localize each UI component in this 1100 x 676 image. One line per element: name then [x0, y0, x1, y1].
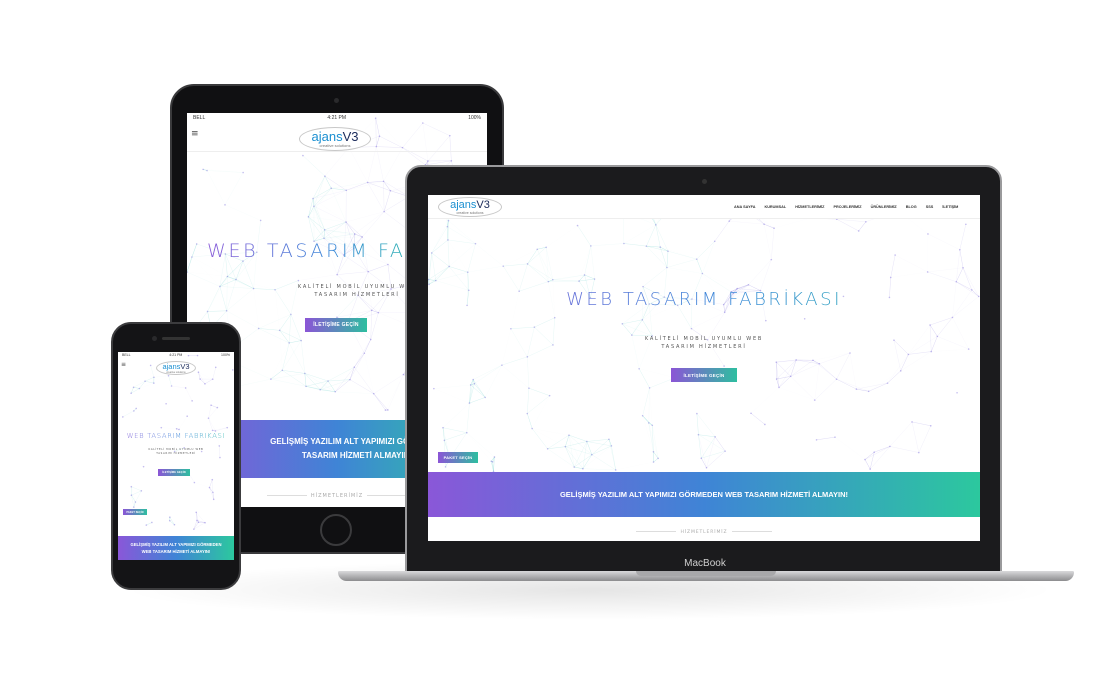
- subtitle-line-2: TASARIM HİZMETLERİ: [156, 451, 196, 455]
- laptop-package-button[interactable]: PAKET SEÇİN: [438, 452, 478, 463]
- status-carrier: BELL: [122, 353, 131, 357]
- nav-item-blog[interactable]: BLOG: [906, 205, 917, 209]
- phone-hero-subtitle: KALİTELİ MOBİL UYUMLU WEB TASARIM HİZMET…: [118, 448, 234, 456]
- band-line-2: WEB TASARIM HİZMETİ ALMAYIN!: [141, 549, 211, 554]
- device-mockup-scene: BELL 4:21 PM 100% ≡ ajansV3 creative sol…: [0, 0, 1100, 676]
- logo-v3: V3: [342, 129, 359, 144]
- laptop-cta-band: GELİŞMİŞ YAZILIM ALT YAPIMIZI GÖRMEDEN W…: [428, 472, 980, 517]
- laptop-brand-label: MacBook: [684, 558, 726, 569]
- nav-item-kurumsal[interactable]: KURUMSAL: [764, 205, 786, 209]
- status-time: 4:21 PM: [169, 353, 183, 357]
- phone-logo[interactable]: ajansV3 creative solutions: [156, 361, 196, 375]
- band-line-1: GELİŞMİŞ YAZILIM ALT YAPIMIZI GÖRMEDEN: [130, 542, 222, 547]
- logo-ajans: ajans: [162, 361, 181, 371]
- laptop-camera: [702, 179, 707, 184]
- phone-status-bar: BELL 4:21 PM 100%: [118, 352, 234, 359]
- logo-v3: V3: [180, 361, 190, 371]
- tablet-camera: [334, 98, 339, 103]
- services-label: HİZMETLERİMİZ: [310, 493, 364, 499]
- header-divider: [187, 151, 487, 152]
- subtitle-line-2: TASARIM HİZMETLERİ: [661, 343, 747, 350]
- laptop-logo[interactable]: ajansV3 creative solutions: [438, 197, 502, 217]
- tablet-home-button: [320, 514, 352, 546]
- laptop-contact-button[interactable]: İLETİŞİME GEÇİN: [671, 368, 737, 382]
- status-battery: 100%: [468, 115, 481, 121]
- laptop-screen: ajansV3 creative solutions ANA SAYFA KUR…: [428, 195, 980, 541]
- services-label: HİZMETLERİMİZ: [680, 530, 728, 535]
- logo-ajans: ajans: [311, 129, 343, 144]
- tablet-logo[interactable]: ajansV3 creative solutions: [299, 127, 371, 151]
- menu-icon[interactable]: ≡: [191, 129, 199, 139]
- nav-item-sss[interactable]: SSS: [926, 205, 934, 209]
- subtitle-line-1: KALİTELİ MOBİL UYUMLU WEB: [644, 336, 764, 342]
- phone-cta-band: GELİŞMİŞ YAZILIM ALT YAPIMIZI GÖRMEDEN W…: [118, 536, 234, 560]
- phone-package-button[interactable]: PAKET SEÇİN: [123, 509, 147, 515]
- laptop-nav: ANA SAYFA KURUMSAL HİZMETLERİMİZ PROJELE…: [734, 205, 958, 209]
- phone-screen: BELL 4:21 PM 100% ≡ ajansV3 creative sol…: [118, 352, 234, 560]
- nav-item-hizmetlerimiz[interactable]: HİZMETLERİMİZ: [795, 205, 824, 209]
- phone-network-background: [122, 354, 234, 530]
- laptop-hinge-notch: [636, 571, 776, 576]
- nav-item-projelerimiz[interactable]: PROJELERİMİZ: [834, 205, 862, 209]
- nav-item-iletisim[interactable]: İLETİŞİM: [942, 205, 958, 209]
- logo-tagline: creative solutions: [456, 210, 484, 215]
- menu-icon[interactable]: ≡: [121, 361, 126, 368]
- status-time: 4:21 PM: [327, 115, 347, 121]
- tablet-status-bar: BELL 4:21 PM 100%: [187, 113, 487, 123]
- phone-speaker: [162, 337, 190, 340]
- logo-v3: V3: [476, 198, 490, 211]
- laptop-hero-subtitle: KALİTELİ MOBİL UYUMLU WEB TASARIM HİZMET…: [428, 336, 980, 351]
- logo-ajans: ajans: [450, 198, 477, 211]
- laptop-hero-title: WEB TASARIM FABRİKASI: [428, 289, 980, 310]
- laptop-services-heading: HİZMETLERİMİZ: [428, 530, 980, 535]
- tablet-hero-title: WEB TASARIM FABR: [207, 240, 437, 262]
- phone-contact-button[interactable]: İLETİŞİME GEÇİN: [158, 469, 190, 476]
- nav-item-ana-sayfa[interactable]: ANA SAYFA: [734, 205, 755, 209]
- phone-camera: [152, 336, 157, 341]
- status-battery: 100%: [221, 353, 230, 357]
- band-line-2: TASARIM HİZMETİ ALMAYIN!: [301, 451, 413, 460]
- logo-tagline: creative solutions: [166, 370, 186, 374]
- logo-tagline: creative solutions: [319, 143, 351, 148]
- phone-hero-title: WEB TASARIM FABRİKASI: [118, 432, 234, 440]
- status-carrier: BELL: [193, 115, 206, 121]
- nav-item-urunlerimiz[interactable]: ÜRÜNLERİMİZ: [871, 205, 897, 209]
- tablet-contact-button[interactable]: İLETİŞİME GEÇİN: [305, 318, 367, 332]
